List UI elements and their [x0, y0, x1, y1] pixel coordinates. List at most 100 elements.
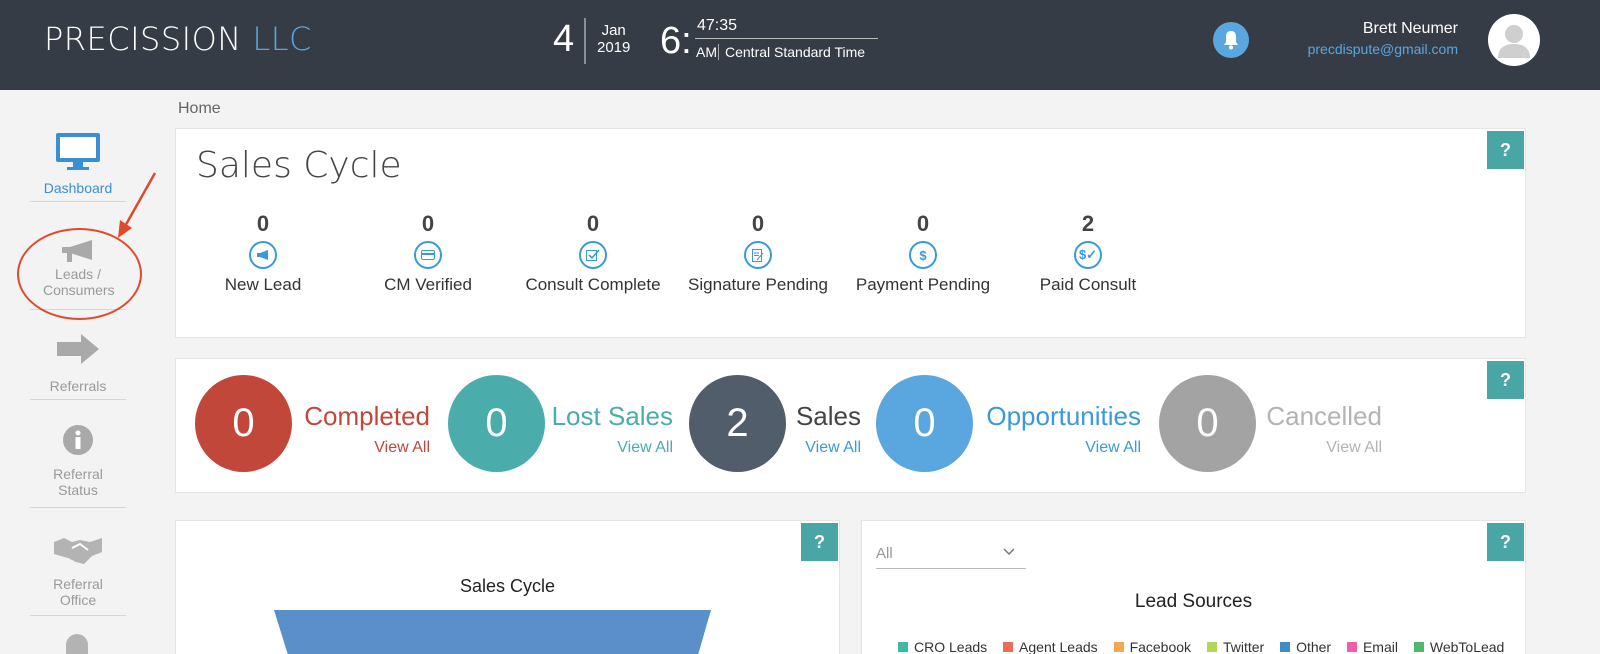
legend-label: Facebook: [1129, 639, 1192, 654]
stat-circle: 0: [448, 375, 545, 472]
stat-lost-sales[interactable]: 0 Lost Sales View All: [448, 375, 673, 472]
stage-count: 0: [256, 211, 270, 236]
brand-logo[interactable]: PRECISSION LLC: [44, 20, 312, 58]
dollar-check-icon: $✓: [1074, 241, 1102, 269]
sidebar-item-label: Referral Office: [53, 576, 103, 608]
stat-circle: 2: [689, 375, 786, 472]
help-button[interactable]: ?: [1487, 361, 1524, 399]
stage-new-lead[interactable]: 0 New Lead: [188, 211, 338, 295]
stat-circle: 0: [195, 375, 292, 472]
brand-main: PRECISSION: [44, 20, 242, 58]
view-all-link[interactable]: View All: [1085, 439, 1141, 457]
clock-divider: [584, 18, 586, 64]
legend-item-cro-leads[interactable]: CRO Leads: [898, 639, 987, 654]
stage-payment-pending[interactable]: 0 $ Payment Pending: [848, 211, 998, 295]
legend-label: Email: [1362, 639, 1398, 654]
legend-label: WebToLead: [1429, 639, 1505, 654]
view-all-link[interactable]: View All: [374, 439, 430, 457]
legend-item-facebook[interactable]: Facebook: [1113, 639, 1192, 654]
lead-sources-panel: ? All Lead Sources CRO Leads Agent Leads…: [861, 520, 1526, 654]
legend-item-email[interactable]: Email: [1346, 639, 1398, 654]
user-email[interactable]: precdispute@gmail.com: [1308, 41, 1458, 57]
select-value: All: [876, 545, 893, 562]
stat-name: Completed: [304, 401, 430, 431]
legend-swatch: [1346, 642, 1357, 652]
legend-swatch: [1113, 642, 1124, 652]
signature-document-icon: [744, 241, 772, 269]
avatar[interactable]: [1488, 14, 1540, 66]
sidebar-item-referrals[interactable]: Referrals: [30, 332, 126, 400]
user-avatar-icon: [1498, 25, 1530, 58]
legend-label: Other: [1296, 639, 1332, 654]
stage-paid-consult[interactable]: 2 $✓ Paid Consult: [1013, 211, 1163, 295]
stat-completed[interactable]: 0 Completed View All: [195, 375, 430, 472]
view-all-link[interactable]: View All: [1326, 439, 1382, 457]
annotation-arrow-icon: [118, 172, 157, 238]
monitor-icon: [56, 133, 100, 170]
sidebar-item-label: Referral Status: [53, 466, 103, 498]
clock-ampm: AM: [696, 44, 717, 60]
stat-name: Opportunities: [986, 401, 1141, 431]
top-bar: PRECISSION LLC 4 Jan 2019 6: 47:35 AM Ce…: [0, 0, 1600, 90]
stage-label: Payment Pending: [855, 275, 991, 294]
legend-swatch: [1413, 642, 1424, 652]
stage-label: CM Verified: [384, 275, 472, 294]
legend-item-webtolead[interactable]: WebToLead: [1413, 639, 1505, 654]
clock-minutes: 47:35: [697, 17, 738, 34]
stat-sales[interactable]: 2 Sales View All: [689, 375, 861, 472]
stats-panel: ? 0 Completed View All 0 Lost Sales View…: [175, 358, 1526, 493]
stage-count: 0: [916, 211, 930, 236]
stat-opportunities[interactable]: 0 Opportunities View All: [876, 375, 1141, 472]
sidebar-next-item-icon[interactable]: [66, 634, 88, 654]
stage-label: Paid Consult: [1039, 275, 1137, 294]
legend-item-agent-leads[interactable]: Agent Leads: [1003, 639, 1098, 654]
lead-sources-title: Lead Sources: [1134, 591, 1253, 612]
help-button[interactable]: ?: [1487, 131, 1524, 169]
legend-swatch: [1280, 642, 1291, 652]
legend-item-twitter[interactable]: Twitter: [1206, 639, 1265, 654]
clock-month-year: Jan 2019: [597, 22, 630, 56]
sidebar-item-referral-office[interactable]: Referral Office: [30, 534, 126, 616]
sidebar-item-referral-status[interactable]: Referral Status: [30, 424, 126, 508]
help-button[interactable]: ?: [801, 523, 838, 561]
lead-sources-legend: CRO Leads Agent Leads Facebook Twitter O…: [898, 639, 1516, 654]
clock-day: 4: [553, 18, 575, 60]
notification-bell-button[interactable]: [1213, 22, 1249, 58]
stage-signature-pending[interactable]: 0 Signature Pending: [683, 211, 833, 295]
view-all-link[interactable]: View All: [617, 439, 673, 457]
lead-source-filter-select[interactable]: All: [876, 539, 1026, 569]
arrow-right-icon: [57, 334, 99, 364]
breadcrumb[interactable]: Home: [178, 100, 221, 118]
checkbox-icon: [579, 241, 607, 269]
stage-count: 0: [421, 211, 435, 236]
handshake-icon: [54, 538, 102, 564]
panel-title: Sales Cycle: [196, 145, 402, 186]
view-all-link[interactable]: View All: [805, 439, 861, 457]
sidebar-item-label: Referrals: [49, 378, 107, 394]
stage-label: New Lead: [224, 275, 302, 294]
stat-name: Sales: [795, 401, 861, 431]
stage-count: 2: [1081, 211, 1095, 236]
annotation-circle: [17, 228, 142, 320]
credit-card-icon: [414, 241, 442, 269]
clock-hour: 6:: [660, 20, 692, 62]
stat-circle: 0: [1159, 375, 1256, 472]
stage-count: 0: [751, 211, 765, 236]
legend-label: CRO Leads: [914, 639, 988, 654]
help-button[interactable]: ?: [1487, 523, 1524, 561]
funnel-chart-panel: ? Sales Cycle: [175, 520, 840, 654]
legend-item-other[interactable]: Other: [1280, 639, 1331, 654]
legend-label: Twitter: [1222, 639, 1265, 654]
stat-circle: 0: [876, 375, 973, 472]
info-icon: [63, 425, 93, 455]
stat-name: Cancelled: [1266, 401, 1382, 431]
chevron-down-icon: [1003, 548, 1015, 556]
stat-cancelled[interactable]: 0 Cancelled View All: [1159, 375, 1382, 472]
legend-swatch: [898, 642, 908, 652]
stage-cm-verified[interactable]: 0 CM Verified: [353, 211, 503, 295]
user-name[interactable]: Brett Neumer: [1363, 20, 1458, 38]
clock-timezone: Central Standard Time: [718, 44, 865, 60]
stage-consult-complete[interactable]: 0 Consult Complete: [518, 211, 668, 295]
stat-name: Lost Sales: [551, 401, 673, 431]
legend-swatch: [1003, 642, 1014, 652]
